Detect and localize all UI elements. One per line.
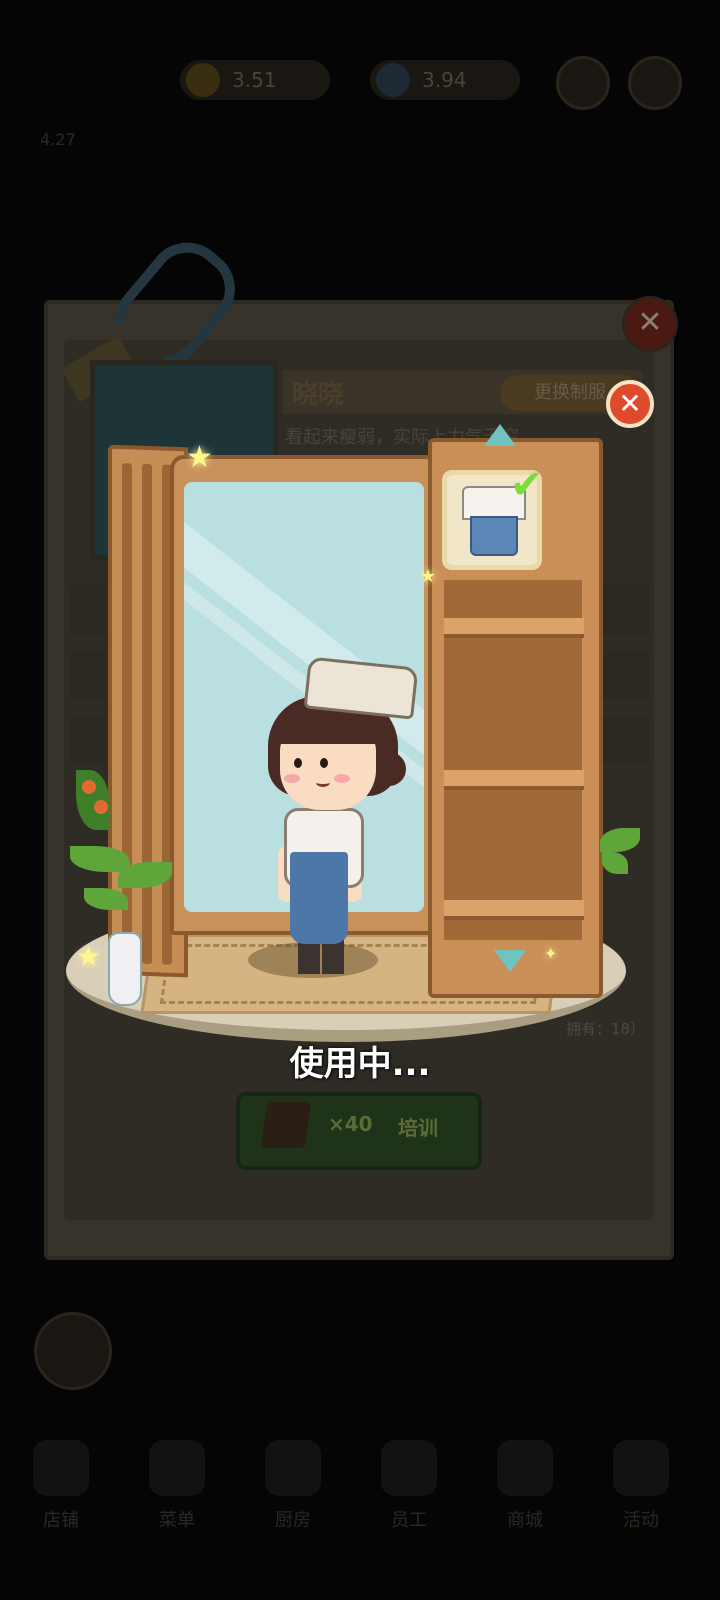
scroll-up-arrow-icon[interactable] [484, 424, 516, 446]
nav-item-events[interactable]: 活动 [586, 1440, 696, 1532]
nav-label: 商城 [507, 1510, 543, 1531]
nav-item-kitchen[interactable]: 厨房 [238, 1440, 348, 1532]
settings-button[interactable] [628, 56, 682, 110]
sparkle-icon: ★ [186, 440, 213, 475]
character-leg [322, 940, 344, 974]
events-icon [613, 1440, 669, 1496]
nav-label: 菜单 [159, 1510, 195, 1531]
store-icon [33, 1440, 89, 1496]
cabinet-shelf [444, 900, 584, 920]
wardrobe-close-button[interactable]: ✕ [606, 380, 654, 428]
sparkle-icon: ★ [76, 940, 102, 973]
character-eye [320, 758, 328, 768]
mail-button[interactable] [556, 56, 610, 110]
character-blush [334, 774, 350, 783]
cabinet-shelf [444, 618, 584, 638]
nav-label: 店铺 [43, 1510, 79, 1531]
menu-icon [149, 1440, 205, 1496]
nav-item-menu[interactable]: 菜单 [122, 1440, 232, 1532]
bottom-nav: 店铺 菜单 厨房 员工 商城 活动 [0, 1440, 720, 1590]
side-round-button[interactable] [34, 1312, 112, 1390]
resource-pill-2[interactable]: 3.94 [370, 60, 520, 100]
gem-icon [376, 63, 410, 97]
scroll-down-arrow-icon[interactable] [494, 950, 526, 972]
character-blush [284, 774, 300, 783]
sparkle-icon: ★ [420, 566, 437, 587]
staff-name: 晓晓 [292, 380, 345, 410]
skirt-icon [470, 516, 518, 556]
resource-2-value: 3.94 [422, 68, 467, 92]
shop-icon [497, 1440, 553, 1496]
nav-item-shop[interactable]: 商城 [470, 1440, 580, 1532]
staff-icon [381, 1440, 437, 1496]
nav-item-staff[interactable]: 员工 [354, 1440, 464, 1532]
character-hair-bun [372, 752, 406, 786]
nav-label: 厨房 [275, 1510, 311, 1531]
train-cost: ×40 [328, 1112, 373, 1136]
sparkle-icon: ✦ [544, 944, 558, 963]
resource-1-value: 3.51 [232, 68, 277, 92]
book-icon [260, 1102, 312, 1148]
nav-label: 员工 [391, 1510, 427, 1531]
coin-icon [186, 63, 220, 97]
top-resource-bar: 3.51 3.94 4.27 [0, 40, 720, 150]
nav-label: 活动 [623, 1510, 659, 1531]
kitchen-icon [265, 1440, 321, 1496]
nav-item-store[interactable]: 店铺 [6, 1440, 116, 1532]
resource-pill-1[interactable]: 3.51 [180, 60, 330, 100]
panel-close-button[interactable]: ✕ [622, 296, 678, 352]
cabinet-shelf [444, 770, 584, 790]
flower-vase [108, 932, 142, 1006]
sub-info: 4.27 [40, 130, 76, 149]
train-label: 培训 [398, 1116, 438, 1140]
character-eye [294, 758, 302, 768]
in-use-status: 使用中... [289, 1044, 431, 1084]
character-mouth [316, 778, 330, 787]
character-leg [298, 940, 320, 974]
character-apron [290, 852, 348, 944]
check-icon: ✔ [510, 462, 544, 508]
